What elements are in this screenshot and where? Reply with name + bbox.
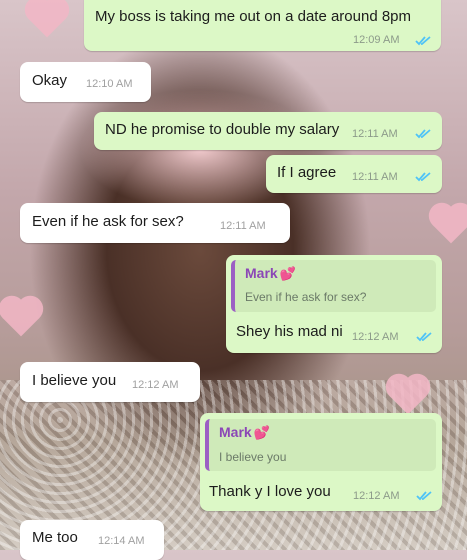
message-text: Thank y I love you (209, 483, 331, 500)
message-text: ND he promise to double my salary (105, 121, 340, 138)
wallpaper-heart-icon (28, 0, 66, 38)
message-bubble-outgoing[interactable]: My boss is taking me out on a date aroun… (84, 0, 441, 51)
message-time: 12:10 AM (86, 78, 133, 90)
double-check-read-icon (415, 36, 431, 46)
message-text: I believe you (32, 372, 117, 389)
message-time: 12:12 AM (353, 490, 400, 502)
message-time: 12:11 AM (220, 220, 266, 232)
double-check-read-icon (415, 129, 431, 139)
message-bubble-outgoing[interactable]: ND he promise to double my salary 12:11 … (94, 112, 442, 150)
message-bubble-incoming[interactable]: I believe you 12:12 AM (20, 362, 200, 402)
message-bubble-outgoing[interactable]: Mark 💕 I believe you Thank y I love you 1… (200, 413, 442, 511)
message-time: 12:11 AM (352, 171, 398, 183)
message-time: 12:12 AM (352, 331, 399, 343)
message-bubble-outgoing[interactable]: Mark 💕 Even if he ask for sex? Shey his m… (226, 255, 442, 353)
message-time: 12:14 AM (98, 535, 145, 547)
message-bubble-outgoing[interactable]: If I agree 12:11 AM (266, 155, 442, 193)
message-bubble-incoming[interactable]: Even if he ask for sex? 12:11 AM (20, 203, 290, 243)
quoted-text: Even if he ask for sex? (245, 290, 367, 304)
quoted-message[interactable]: Mark 💕 I believe you (205, 419, 436, 471)
message-time: 12:09 AM (353, 34, 400, 46)
two-hearts-icon: 💕 (253, 425, 270, 440)
message-bubble-incoming[interactable]: Me too 12:14 AM (20, 520, 164, 560)
quoted-author-name: Mark (245, 265, 278, 281)
quoted-author: Mark 💕 (219, 424, 270, 441)
quoted-message[interactable]: Mark 💕 Even if he ask for sex? (231, 260, 436, 312)
message-text: Even if he ask for sex? (32, 213, 184, 230)
double-check-read-icon (415, 172, 431, 182)
message-time: 12:12 AM (132, 379, 179, 391)
message-text: Me too (32, 529, 78, 546)
message-text: If I agree (277, 164, 337, 181)
message-time: 12:11 AM (352, 128, 398, 140)
double-check-read-icon (416, 332, 432, 342)
message-text: Shey his mad ni (236, 323, 343, 340)
wallpaper-heart-icon (2, 299, 40, 337)
message-text: Okay (32, 72, 68, 89)
quoted-author-name: Mark (219, 424, 252, 440)
message-bubble-incoming[interactable]: Okay 12:10 AM (20, 62, 151, 102)
two-hearts-icon: 💕 (279, 266, 296, 281)
quoted-author: Mark 💕 (245, 265, 296, 282)
double-check-read-icon (416, 491, 432, 501)
wallpaper-heart-icon (432, 206, 467, 244)
message-text: My boss is taking me out on a date aroun… (95, 8, 412, 25)
quoted-text: I believe you (219, 450, 287, 464)
